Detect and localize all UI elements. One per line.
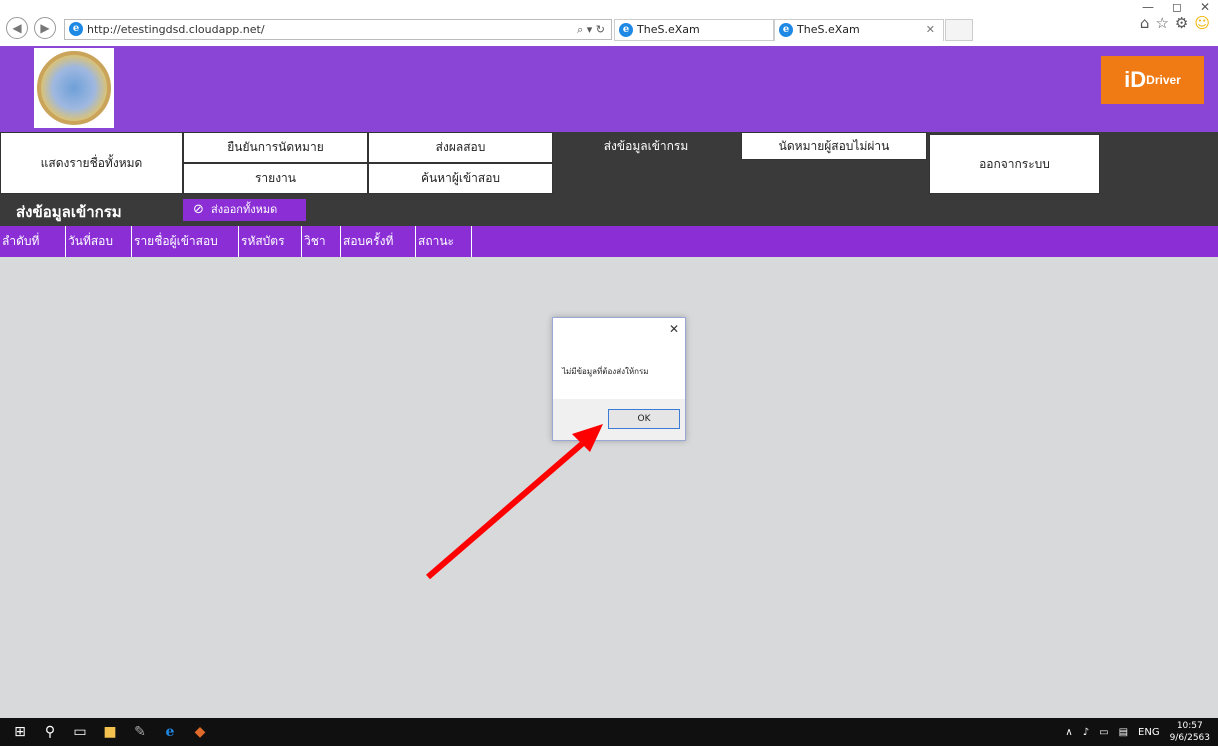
- internet-explorer-icon[interactable]: e: [160, 722, 180, 742]
- alert-dialog: ✕ ไม่มีข้อมูลที่ต้องส่งให้กรม OK: [552, 317, 686, 441]
- menu-send-results[interactable]: ส่งผลสอบ: [368, 132, 553, 163]
- search-refresh-icons[interactable]: ⌕ ▾ ↻: [577, 20, 605, 39]
- file-explorer-icon[interactable]: ■: [100, 722, 120, 742]
- col-exam-date: วันที่สอบ: [66, 226, 132, 257]
- dialog-footer: OK: [553, 399, 685, 440]
- table-header: ลำดับที่ วันที่สอบ รายชื่อผู้เข้าสอบ รหั…: [0, 226, 1218, 257]
- system-tray: ∧ ♪ ▭ ▤ ENG 10:57 9/6/2563: [1065, 718, 1210, 746]
- tab-thes-exam-2[interactable]: e TheS.eXam ✕: [774, 19, 944, 41]
- task-view-icon[interactable]: ▭: [70, 722, 90, 742]
- back-button[interactable]: ◀: [6, 17, 28, 39]
- col-card-id: รหัสบัตร: [239, 226, 302, 257]
- url-text: http://etestingdsd.cloudapp.net/: [87, 23, 265, 36]
- browser-toolbar-icons: ⌂ ☆ ⚙ ☺: [1140, 14, 1210, 32]
- page-title-row: ส่งข้อมูลเข้ากรม ⊘ ส่งออกทั้งหมด: [0, 194, 1218, 226]
- browser-chrome: — ◻ ✕ ◀ ▶ e http://etestingdsd.cloudapp.…: [0, 0, 1218, 46]
- col-number: ลำดับที่: [0, 226, 66, 257]
- dialog-message: ไม่มีข้อมูลที่ต้องส่งให้กรม: [562, 367, 649, 376]
- paint-icon[interactable]: ✎: [130, 722, 150, 742]
- ie-icon: e: [69, 22, 83, 36]
- search-icon[interactable]: ⚲: [40, 722, 60, 742]
- col-status: สถานะ: [416, 226, 472, 257]
- close-icon[interactable]: ✕: [1200, 0, 1210, 14]
- ok-button[interactable]: OK: [608, 409, 680, 429]
- language-indicator[interactable]: ENG: [1138, 727, 1160, 738]
- col-subject: วิชา: [302, 226, 341, 257]
- ie-icon: e: [619, 23, 633, 37]
- tab-close-icon[interactable]: ✕: [926, 20, 935, 40]
- windows-start-icon[interactable]: ⊞: [10, 722, 30, 742]
- idriver-logo: iD Driver: [1101, 56, 1204, 104]
- ie-icon: e: [779, 23, 793, 37]
- window-controls: — ◻ ✕: [1142, 0, 1210, 14]
- main-menu: แสดงรายชื่อทั้งหมด ยืนยันการนัดหมาย ส่งผ…: [0, 132, 1218, 194]
- forward-button[interactable]: ▶: [34, 17, 56, 39]
- new-tab-button[interactable]: [945, 19, 973, 41]
- page-title: ส่งข้อมูลเข้ากรม: [16, 203, 122, 221]
- favorites-icon[interactable]: ☆: [1155, 14, 1168, 32]
- menu-search-examinee[interactable]: ค้นหาผู้เข้าสอบ: [368, 163, 553, 194]
- export-all-button[interactable]: ⊘ ส่งออกทั้งหมด: [183, 199, 306, 221]
- site-banner: iD Driver: [0, 46, 1218, 132]
- menu-report[interactable]: รายงาน: [183, 163, 368, 194]
- maximize-icon[interactable]: ◻: [1172, 0, 1182, 14]
- feedback-smiley-icon[interactable]: ☺: [1194, 14, 1210, 32]
- address-bar[interactable]: e http://etestingdsd.cloudapp.net/ ⌕ ▾ ↻: [64, 19, 612, 40]
- tab-thes-exam-1[interactable]: e TheS.eXam: [614, 19, 774, 41]
- department-seal-logo: [34, 48, 114, 128]
- col-attempt: สอบครั้งที่: [341, 226, 416, 257]
- volume-icon[interactable]: ♪: [1083, 727, 1089, 738]
- menu-confirm-appointment[interactable]: ยืนยันการนัดหมาย: [183, 132, 368, 163]
- menu-show-all[interactable]: แสดงรายชื่อทั้งหมด: [0, 132, 183, 194]
- menu-send-to-department[interactable]: ส่งข้อมูลเข้ากรม: [553, 132, 739, 163]
- address-row: ◀ ▶ e http://etestingdsd.cloudapp.net/ ⌕…: [0, 14, 1218, 46]
- export-icon: ⊘: [193, 202, 204, 217]
- home-icon[interactable]: ⌂: [1140, 14, 1150, 32]
- settings-icon[interactable]: ⚙: [1175, 14, 1188, 32]
- network-icon[interactable]: ▭: [1099, 727, 1108, 738]
- minimize-icon[interactable]: —: [1142, 0, 1154, 14]
- menu-appoint-failed[interactable]: นัดหมายผู้สอบไม่ผ่าน: [741, 132, 927, 160]
- col-examinee-name: รายชื่อผู้เข้าสอบ: [132, 226, 239, 257]
- clock[interactable]: 10:57 9/6/2563: [1170, 720, 1210, 744]
- windows-taskbar: ⊞ ⚲ ▭ ■ ✎ e ◆ ∧ ♪ ▭ ▤ ENG 10:57 9/6/2563: [0, 718, 1218, 746]
- notification-icon[interactable]: ▤: [1119, 727, 1128, 738]
- dialog-close-icon[interactable]: ✕: [669, 322, 679, 336]
- tray-chevron-icon[interactable]: ∧: [1065, 727, 1072, 738]
- menu-logout[interactable]: ออกจากระบบ: [929, 134, 1100, 194]
- app-icon[interactable]: ◆: [190, 722, 210, 742]
